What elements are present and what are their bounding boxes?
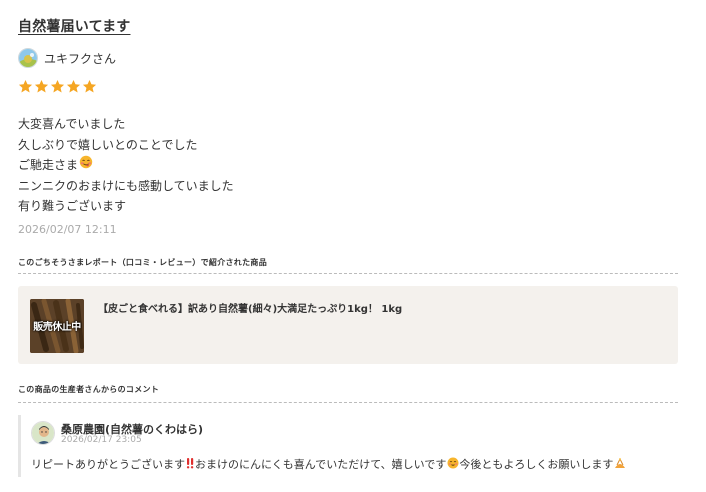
yum-face-emoji-icon (79, 155, 93, 176)
review-body-line: ニンニクのおまけにも感動していました (18, 178, 234, 193)
smile-emoji-icon (447, 457, 459, 472)
producer-comment: 桑原農園(自然薯のくわはら) 2026/02/17 23:05 リピートありがと… (18, 415, 678, 477)
sold-out-badge: 販売休止中 (33, 322, 81, 333)
review-body: 大変喜んでいました 久しぶりで嬉しいとのことでした ご馳走さま ニンニクのおまけ… (18, 114, 234, 217)
featured-product-heading: このごちそうさまレポート（口コミ・レビュー）で紹介された商品 (18, 258, 267, 267)
double-exclamation-emoji-icon (186, 457, 195, 472)
star-icon (50, 79, 65, 93)
star-icon (18, 79, 33, 93)
review-body-line: 有り難うございます (18, 199, 127, 213)
product-thumbnail[interactable]: 販売休止中 (30, 299, 84, 353)
reviewer-name[interactable]: ユキフクさん (44, 50, 116, 67)
producer-comment-heading: この商品の生産者さんからのコメント (18, 385, 160, 394)
comment-text-part: 今後ともよろしくお願いします (459, 458, 614, 471)
comment-date: 2026/02/17 23:05 (61, 435, 142, 445)
bowing-emoji-icon (614, 457, 626, 472)
divider (18, 273, 678, 274)
reviewer[interactable]: ユキフクさん (18, 48, 116, 68)
producer-avatar-icon[interactable] (31, 421, 55, 445)
star-icon (34, 79, 49, 93)
reviewer-avatar-icon[interactable] (18, 48, 38, 68)
review-body-line: ご馳走さま (18, 155, 234, 176)
comment-text: リピートありがとうございます おまけのにんにくも喜んでいただけて、嬉しいです 今… (31, 456, 626, 472)
rating-stars (18, 79, 97, 94)
product-title-link[interactable]: 【皮ごと食べれる】訳あり自然薯(細々)大満足たっぷり1kg！ 1kg (98, 300, 402, 315)
product-card[interactable]: 販売休止中 【皮ごと食べれる】訳あり自然薯(細々)大満足たっぷり1kg！ 1kg (18, 286, 678, 364)
review-body-line-text: ご馳走さま (18, 158, 79, 172)
comment-text-part: おまけのにんにくも喜んでいただけて、嬉しいです (195, 458, 447, 471)
review-date: 2026/02/07 12:11 (18, 223, 117, 236)
star-icon (66, 79, 81, 93)
divider (18, 402, 678, 403)
review-title: 自然薯届いてます (18, 19, 131, 35)
review-body-line: 久しぶりで嬉しいとのことでした (18, 137, 198, 152)
review-body-line: 大変喜んでいました (18, 117, 126, 131)
star-icon (82, 79, 97, 93)
comment-text-part: リピートありがとうございます (31, 458, 185, 471)
